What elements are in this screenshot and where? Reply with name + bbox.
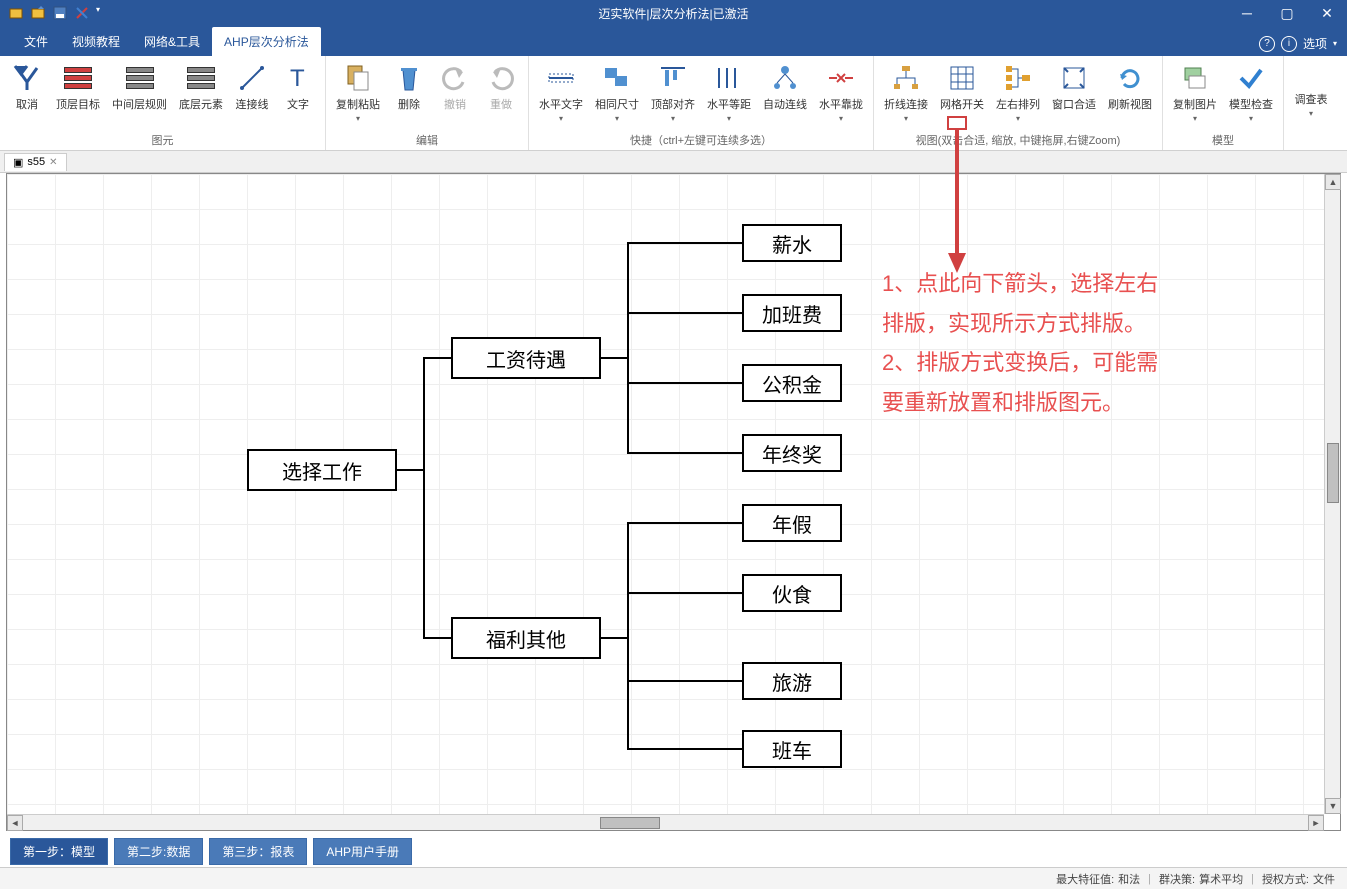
step-3-button[interactable]: 第三步：报表 (209, 838, 307, 865)
status-eigen-val: 和法 (1118, 871, 1140, 887)
hsnap-button[interactable]: 水平靠拢▾ (817, 60, 865, 125)
autoconn-button[interactable]: 自动连线 (761, 60, 809, 114)
undo-button[interactable]: 撤销 (436, 60, 474, 114)
scroll-right-icon[interactable]: ► (1308, 815, 1324, 831)
copypic-button[interactable]: 复制图片▾ (1171, 60, 1219, 125)
info-icon[interactable]: i (1281, 36, 1297, 52)
topalign-button[interactable]: 顶部对齐▾ (649, 60, 697, 125)
doctab-close-icon[interactable]: ✕ (49, 157, 57, 168)
status-auth-val: 文件 (1313, 871, 1335, 887)
node-c6[interactable]: 伙食 (742, 574, 842, 612)
tab-video[interactable]: 视频教程 (60, 27, 132, 56)
node-root[interactable]: 选择工作 (247, 449, 397, 491)
maximize-button[interactable]: ▢ (1267, 0, 1307, 26)
connector-button[interactable]: 连接线 (233, 60, 271, 114)
menubar: 文件 视频教程 网络&工具 AHP层次分析法 ? i 选项 ▾ (0, 26, 1347, 56)
tab-file[interactable]: 文件 (12, 27, 60, 56)
status-eigen-key: 最大特征值: (1056, 871, 1114, 887)
scroll-up-icon[interactable]: ▲ (1325, 174, 1341, 190)
annotation-arrow-icon (940, 128, 980, 278)
status-group-val: 算术平均 (1199, 871, 1243, 887)
samesize-button[interactable]: 相同尺寸▾ (593, 60, 641, 125)
vertical-scrollbar[interactable]: ▲ ▼ (1324, 174, 1340, 814)
check-button[interactable]: 模型检查▾ (1227, 60, 1275, 125)
minimize-button[interactable]: ─ (1227, 0, 1267, 26)
text-button[interactable]: T文字 (279, 60, 317, 114)
scroll-v-thumb[interactable] (1327, 443, 1339, 503)
close-button[interactable]: ✕ (1307, 0, 1347, 26)
node-c2[interactable]: 加班费 (742, 294, 842, 332)
options-dropdown-icon[interactable]: ▾ (1333, 39, 1337, 48)
qat-icon-3[interactable] (52, 5, 68, 21)
tab-ahp[interactable]: AHP层次分析法 (212, 27, 321, 56)
step-manual-button[interactable]: AHP用户手册 (313, 838, 412, 865)
status-auth-key: 授权方式: (1262, 871, 1309, 887)
group-label-elements: 图元 (8, 130, 317, 148)
node-m1[interactable]: 工资待遇 (451, 337, 601, 379)
doctab-s55[interactable]: ▣ s55 ✕ (4, 153, 67, 171)
node-m2[interactable]: 福利其他 (451, 617, 601, 659)
htext-button[interactable]: 水平文字▾ (537, 60, 585, 125)
step-buttons: 第一步：模型 第二步:数据 第三步：报表 AHP用户手册 (10, 838, 412, 865)
mid-rule-button[interactable]: 中间层规则 (110, 60, 169, 114)
scroll-down-icon[interactable]: ▼ (1325, 798, 1341, 814)
hspace-button[interactable]: 水平等距▾ (705, 60, 753, 125)
bottom-element-button[interactable]: 底层元素 (177, 60, 225, 114)
node-c3[interactable]: 公积金 (742, 364, 842, 402)
window-title: 迈实软件|层次分析法|已激活 (598, 5, 748, 22)
diagram-canvas[interactable]: 选择工作 工资待遇 福利其他 薪水 加班费 公积金 年终奖 年假 伙食 旅游 班… (7, 174, 1340, 830)
group-label-quick: 快捷（ctrl+左键可连续多选） (537, 130, 865, 148)
scroll-left-icon[interactable]: ◄ (7, 815, 23, 831)
delete-button[interactable]: 删除 (390, 60, 428, 114)
qat-dropdown-icon[interactable]: ▾ (96, 5, 100, 21)
horizontal-scrollbar[interactable]: ◄ ► (7, 814, 1324, 830)
qat-icon-1[interactable] (8, 5, 24, 21)
node-c8[interactable]: 班车 (742, 730, 842, 768)
redo-button[interactable]: 重做 (482, 60, 520, 114)
group-label-model: 模型 (1171, 130, 1275, 148)
statusbar: 最大特征值: 和法 | 群决策: 算术平均 | 授权方式: 文件 (0, 867, 1347, 889)
group-label-view: 视图(双击合适, 缩放, 中键拖屏,右键Zoom) (882, 130, 1154, 148)
grid-button[interactable]: 网格开关 (938, 60, 986, 114)
canvas-area: 选择工作 工资待遇 福利其他 薪水 加班费 公积金 年终奖 年假 伙食 旅游 班… (6, 173, 1341, 831)
ribbon: 取消 顶层目标 中间层规则 底层元素 连接线 T文字 图元 复制粘贴▾ 删除 撤… (0, 56, 1347, 151)
refresh-button[interactable]: 刷新视图 (1106, 60, 1154, 114)
cube-icon: ▣ (13, 156, 23, 169)
foldconn-button[interactable]: 折线连接▾ (882, 60, 930, 125)
qat-icon-4[interactable] (74, 5, 90, 21)
annotation-text: 1、点此向下箭头，选择左右 排版，实现所示方式排版。 2、排版方式变换后，可能需… (882, 264, 1158, 422)
tab-network[interactable]: 网络&工具 (132, 27, 212, 56)
group-label-edit: 编辑 (334, 130, 520, 148)
document-tabs: ▣ s55 ✕ (0, 151, 1347, 173)
fitwin-button[interactable]: 窗口合适 (1050, 60, 1098, 114)
options-label[interactable]: 选项 (1303, 35, 1327, 52)
node-c4[interactable]: 年终奖 (742, 434, 842, 472)
step-2-button[interactable]: 第二步:数据 (114, 838, 203, 865)
node-c7[interactable]: 旅游 (742, 662, 842, 700)
status-group-key: 群决策: (1159, 871, 1195, 887)
scroll-h-thumb[interactable] (600, 817, 660, 829)
step-1-button[interactable]: 第一步：模型 (10, 838, 108, 865)
qat-icon-2[interactable] (30, 5, 46, 21)
node-c1[interactable]: 薪水 (742, 224, 842, 262)
node-c5[interactable]: 年假 (742, 504, 842, 542)
copy-paste-button[interactable]: 复制粘贴▾ (334, 60, 382, 125)
svg-text:T: T (290, 65, 305, 92)
titlebar: ▾ 迈实软件|层次分析法|已激活 ─ ▢ ✕ (0, 0, 1347, 26)
top-target-button[interactable]: 顶层目标 (54, 60, 102, 114)
lrarrange-button[interactable]: 左右排列▾ (994, 60, 1042, 125)
survey-button[interactable]: 调查表▾ (1292, 89, 1330, 120)
help-icon[interactable]: ? (1259, 36, 1275, 52)
cancel-button[interactable]: 取消 (8, 60, 46, 114)
